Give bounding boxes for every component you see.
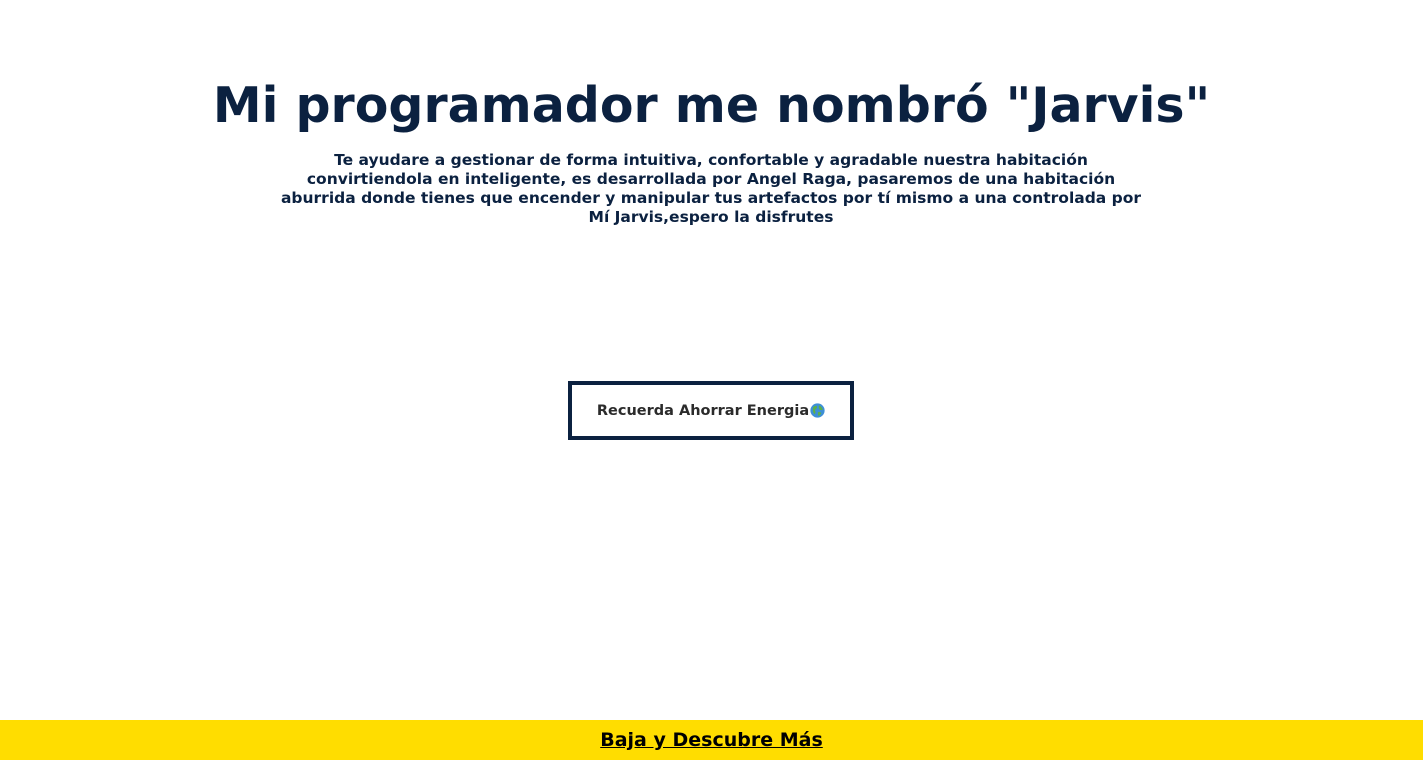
- save-energy-button[interactable]: Recuerda Ahorrar Energia: [568, 381, 854, 440]
- globe-icon: [810, 403, 825, 418]
- page-title: Mi programador me nombró "Jarvis": [212, 77, 1211, 134]
- hero-section: Mi programador me nombró "Jarvis" Te ayu…: [0, 0, 1423, 720]
- footer-bar: Baja y Descubre Más: [0, 720, 1423, 760]
- hero-description: Te ayudare a gestionar de forma intuitiv…: [280, 151, 1142, 226]
- scroll-discover-link[interactable]: Baja y Descubre Más: [600, 729, 823, 751]
- save-energy-button-label: Recuerda Ahorrar Energia: [596, 402, 810, 419]
